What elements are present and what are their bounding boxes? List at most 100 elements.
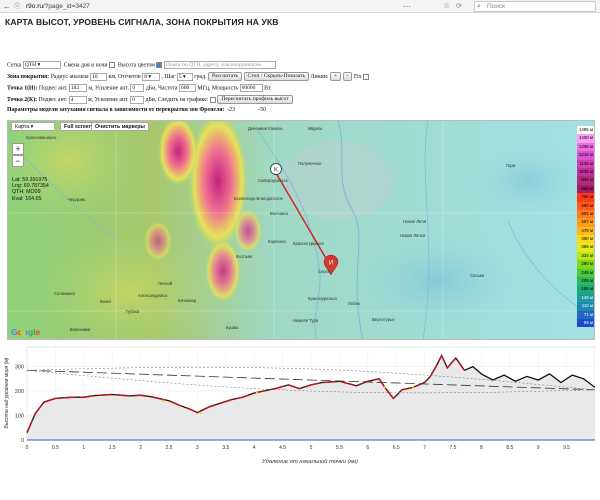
point2-height-input[interactable]: 4 xyxy=(68,95,87,104)
legend-item: 567 м xyxy=(577,218,594,227)
map-terrain-layer[interactable]: K И xyxy=(8,121,595,340)
power-input[interactable]: 00000 xyxy=(239,84,263,92)
address-bar[interactable]: r9o.ru/?page_id=3427 xyxy=(26,1,406,12)
legend-item: 478 м xyxy=(577,226,594,236)
map-label: Волчанск xyxy=(270,211,289,216)
stop-hide-button[interactable]: Стоп / Скрыть-Показать xyxy=(243,72,310,81)
point1-gain-input[interactable]: 0 xyxy=(130,84,145,92)
zoom-in-button[interactable]: + xyxy=(12,143,24,155)
profile-x-tick: 3 xyxy=(196,445,199,451)
legend-item: 765 м xyxy=(577,193,594,202)
point1-height-input[interactable]: 182 xyxy=(68,84,87,92)
profile-x-tick: 8 xyxy=(480,445,483,451)
profile-x-tick: 6 xyxy=(366,445,369,451)
map-label: Чердынь xyxy=(68,197,86,202)
zoom-out-button[interactable]: − xyxy=(12,155,24,167)
coverage-label: Зона покрытия: xyxy=(7,73,50,80)
profile-x-tick: 9.5 xyxy=(563,445,570,451)
lines-label: Линии: xyxy=(310,73,329,80)
map-label: Полуночное xyxy=(298,161,322,166)
cursor-coords: Lat: 59.391975 Lng: 60.787354 QTH: MO09 … xyxy=(12,177,49,202)
map-label: Лесной xyxy=(158,281,173,286)
map-label: Верхотурье xyxy=(372,317,395,322)
map-label: Всеволодо-Благодатское xyxy=(234,196,283,201)
point1-gain-label: Усиление ант. xyxy=(94,85,129,92)
map-label: Сосьва xyxy=(470,273,485,278)
lines-plus-button[interactable]: + xyxy=(329,72,342,81)
bookmark-star-icon[interactable]: ☆ xyxy=(443,1,450,10)
map-label: Александровск xyxy=(138,293,168,298)
step-value: 5 xyxy=(178,73,182,80)
fix-label: Fix xyxy=(353,73,362,80)
radius-input[interactable]: 10 xyxy=(90,72,108,81)
profile-x-tick: 2.5 xyxy=(166,445,173,451)
legend-item: 945 м xyxy=(577,176,594,185)
legend-item: 245 м xyxy=(577,268,594,278)
refresh-icon[interactable]: ⟳ xyxy=(456,2,462,10)
browser-search-box[interactable]: ⌕ Поиск xyxy=(474,1,596,12)
controls-row-3: Точка 1(И): Подвес ант. 182 м, Усиление … xyxy=(7,84,272,93)
legend-item: 390 м xyxy=(577,235,594,244)
marker-k-icon[interactable]: K xyxy=(270,163,282,175)
legend-item: 1485 м xyxy=(577,126,594,135)
samples-value: 8 xyxy=(144,73,147,80)
model-value-1: -23 xyxy=(227,107,235,113)
recalc-profile-button[interactable]: Пересчитать профиль высот xyxy=(217,95,293,104)
daynight-checkbox[interactable] xyxy=(109,62,115,68)
map-label: Новая Лялья xyxy=(400,233,426,238)
more-dots-icon[interactable]: ··· xyxy=(403,1,411,12)
map-type-value: Карта xyxy=(15,124,30,130)
clear-markers-button[interactable]: Очистить маркеры xyxy=(91,122,149,131)
map-label: Кытлым xyxy=(236,254,252,259)
qth-search-input[interactable]: Поиск по QTH, адресу, или координатам xyxy=(163,61,276,69)
profile-x-axis-label: Удаление от начальной точки (км) xyxy=(261,459,359,465)
elevation-profile-chart: 300 200 100 0 0 0.5 1 1.5 2 2.5 3 3.5 4 4.5 5 5.5 6 6.5 7 7… xyxy=(7,341,595,471)
freq-label: Частота xyxy=(158,85,178,92)
profile-x-tick: 1 xyxy=(82,445,85,451)
lines-minus-button[interactable]: - xyxy=(342,72,353,81)
samples-select[interactable]: 8 ▾ xyxy=(142,72,161,81)
height-color-checkbox[interactable] xyxy=(156,62,163,68)
calculate-button[interactable]: Рассчитать xyxy=(207,72,243,81)
legend-item: 601 м xyxy=(577,209,594,219)
follow-label: дБи, Следить на графике: xyxy=(145,96,209,103)
map-label: Нижняя Тура xyxy=(293,318,319,323)
legend-item: 334 м xyxy=(577,251,594,261)
coord-eval: Eval: 164.65 xyxy=(12,195,42,202)
map-label: Краснотурьинск xyxy=(293,241,324,246)
map-label: Лобва xyxy=(348,301,360,306)
profile-y-tick: 200 xyxy=(15,389,24,395)
grid-label: Сетка xyxy=(7,62,22,69)
step-unit: град. xyxy=(194,73,207,80)
profile-x-tick: 5 xyxy=(310,445,313,451)
freq-input[interactable]: 600 xyxy=(178,84,196,92)
url-host: r9o.ru xyxy=(26,3,43,10)
point1-antenna-label: Подвес ант. xyxy=(38,85,68,92)
profile-point-marker xyxy=(383,386,387,389)
legend-item: 205 м xyxy=(577,277,594,286)
grid-select-value: QTH xyxy=(24,62,37,68)
back-arrow-icon[interactable]: ← xyxy=(3,1,11,12)
step-select[interactable]: 5 ▾ xyxy=(176,72,193,81)
legend-item: 155 м xyxy=(577,285,594,294)
info-icon[interactable]: ⓘ xyxy=(14,2,20,13)
profile-point-marker xyxy=(412,386,415,389)
profile-svg: 300 200 100 00 0.5 1 1.5 2 2.5 3 3.5 4 4.5 5 5.5 6 6.5 7 7… xyxy=(15,346,595,451)
grid-select[interactable]: QTH ▾ xyxy=(22,61,61,69)
point2-gain-input[interactable]: 0 xyxy=(130,95,145,104)
profile-y-axis-label-wrap: Высота над уровнем моря (м) xyxy=(0,350,10,450)
terrain-map[interactable]: K И Красновишерск Североуральск Карпинск… xyxy=(7,120,595,340)
point1-label: Точка 1(И): xyxy=(7,85,38,92)
qth-search-placeholder: Поиск по QTH, адресу, или координатам xyxy=(165,62,262,68)
map-type-select[interactable]: Карта ▾ xyxy=(11,122,55,131)
profile-y-axis-label: Высота над уровнем моря (м) xyxy=(4,357,10,429)
map-label: Карпинск xyxy=(268,239,286,244)
page-title: КАРТА ВЫСОТ, УРОВЕНЬ СИГНАЛА, ЗОНА ПОКРЫ… xyxy=(5,17,279,27)
legend-item: 290 м xyxy=(577,260,594,269)
follow-checkbox[interactable] xyxy=(209,96,216,103)
controls-row-4: Точка 2(К): Подвес ант. 4 м, Усиление ан… xyxy=(7,95,293,105)
map-label: Североуральск xyxy=(258,178,288,183)
map-label: Красноуральск xyxy=(308,296,338,301)
map-label: Серов xyxy=(318,269,331,274)
fix-checkbox[interactable] xyxy=(363,73,370,80)
